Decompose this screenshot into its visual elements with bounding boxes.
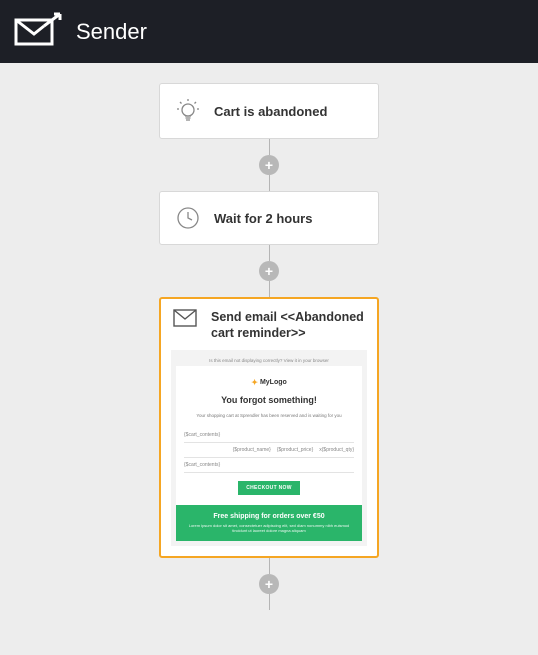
preview-logo-text: MyLogo [260,379,287,386]
connector-line [269,245,270,261]
email-preview: Is this email not displaying correctly? … [171,350,367,546]
preview-logo: ✦ MyLogo [251,378,287,387]
brand-name: Sender [76,19,147,45]
email-node-title: Send email <<Abandoned cart reminder>> [211,309,367,342]
connector-line [269,281,270,297]
lightbulb-icon [174,98,202,124]
wait-label: Wait for 2 hours [214,211,312,226]
preview-cta-button: CHECKOUT NOW [238,481,300,495]
preview-cta-wrap: CHECKOUT NOW [184,473,354,505]
envelope-icon [171,309,199,327]
preview-banner: Free shipping for orders over €50 Lorem … [176,505,362,541]
col-product-price: {$product_price} [277,447,313,453]
preview-banner-text: Lorem ipsum dolor sit amet, consectetuer… [182,523,356,533]
star-icon: ✦ [251,378,258,387]
preview-body: ✦ MyLogo You forgot something! Your shop… [176,366,362,541]
trigger-label: Cart is abandoned [214,104,327,119]
preview-headline: You forgot something! [184,395,354,405]
col-product-name: {$product_name} [233,447,271,453]
app-header: Sender [0,0,538,63]
clock-icon [174,206,202,230]
preview-banner-title: Free shipping for orders over €50 [182,513,356,520]
connector-line [269,594,270,610]
connector-line [269,139,270,155]
preview-placeholder: {$cart_contents} [184,428,354,443]
preview-placeholder: {$cart_contents} [184,458,354,473]
envelope-arrow-icon [14,12,62,51]
add-step-button[interactable]: + [259,574,279,594]
connector-line [269,558,270,574]
workflow-canvas: Cart is abandoned + Wait for 2 hours + S… [0,63,538,610]
brand-logo: Sender [14,12,147,51]
email-node-header: Send email <<Abandoned cart reminder>> [171,309,367,342]
preview-topbar: Is this email not displaying correctly? … [176,355,362,366]
email-node-selected[interactable]: Send email <<Abandoned cart reminder>> I… [159,297,379,558]
trigger-node[interactable]: Cart is abandoned [159,83,379,139]
preview-subtext: Your shopping cart at Sprendler has been… [184,413,354,418]
add-step-button[interactable]: + [259,155,279,175]
preview-columns: {$product_name} {$product_price} x{$prod… [184,443,354,458]
wait-node[interactable]: Wait for 2 hours [159,191,379,245]
col-product-qty: x{$product_qty} [319,447,354,453]
connector-line [269,175,270,191]
add-step-button[interactable]: + [259,261,279,281]
